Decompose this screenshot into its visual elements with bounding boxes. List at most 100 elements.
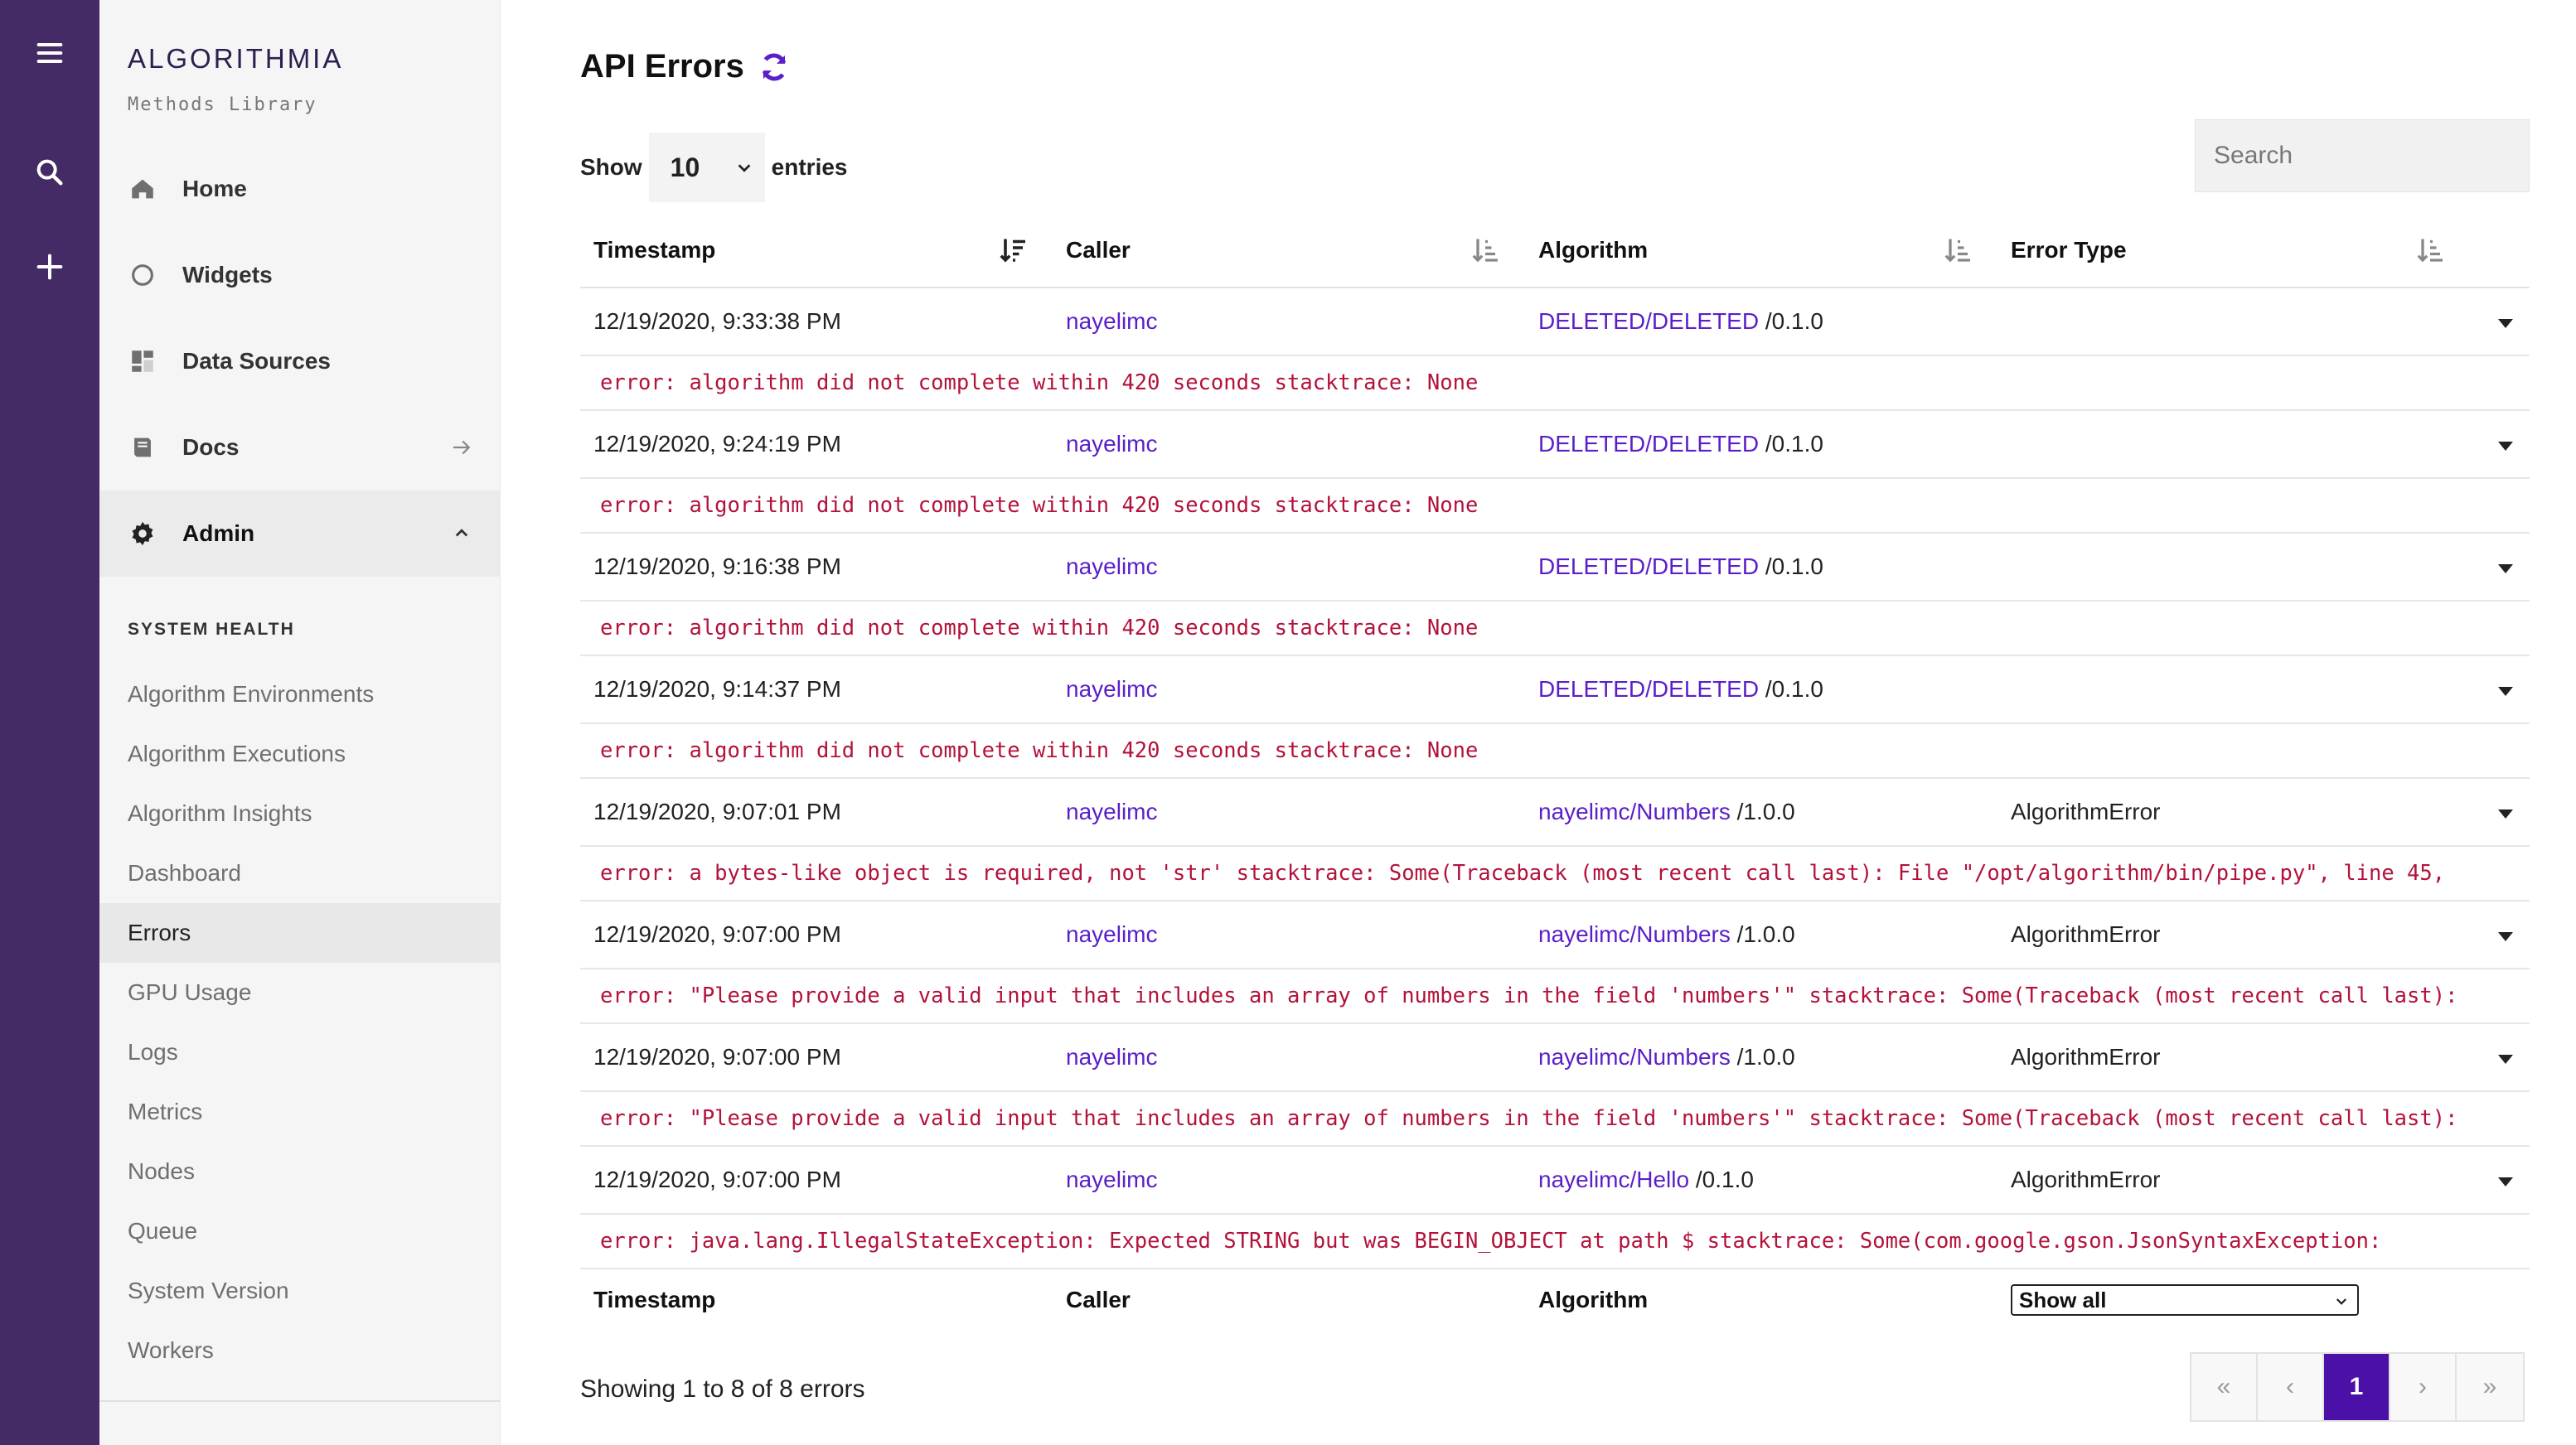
menu-button[interactable] [23, 27, 76, 80]
caller-link[interactable]: nayelimc [1053, 921, 1525, 948]
add-button[interactable] [23, 240, 76, 293]
caret-down-icon[interactable] [2496, 807, 2515, 820]
algorithm-link[interactable]: nayelimc/Numbers [1538, 799, 1731, 824]
timestamp-cell: 12/19/2020, 9:07:01 PM [593, 799, 841, 824]
brand-logo[interactable]: ALGORITHMIA [128, 43, 343, 75]
caret-down-icon[interactable] [2496, 1052, 2515, 1066]
algorithm-link[interactable]: nayelimc/Numbers [1538, 1044, 1731, 1070]
caret-down-icon[interactable] [2496, 317, 2515, 330]
column-header-label: Caller [1066, 237, 1131, 263]
algorithm-link[interactable]: DELETED/DELETED [1538, 308, 1759, 334]
column-header-caller[interactable]: Caller [1053, 213, 1525, 288]
error-message: error: algorithm did not complete within… [580, 479, 2530, 534]
sidebar-item-gpu-usage[interactable]: GPU Usage [99, 963, 501, 1022]
last-page-button[interactable]: » [2457, 1354, 2523, 1420]
column-header-error-type[interactable]: Error Type [1997, 213, 2470, 288]
sidebar-item-label: Widgets [182, 262, 273, 288]
chevron-down-icon [738, 164, 751, 172]
table-row[interactable]: 12/19/2020, 9:16:38 PM nayelimc DELETED/DE… [580, 534, 2530, 602]
caller-link[interactable]: nayelimc [1053, 1044, 1525, 1070]
sort-icon[interactable] [1943, 234, 1973, 266]
table-row[interactable]: 12/19/2020, 9:07:00 PM nayelimc nayelimc/N… [580, 901, 2530, 969]
entries-select[interactable]: 10 [648, 133, 765, 202]
algorithm-link[interactable]: DELETED/DELETED [1538, 553, 1759, 579]
algorithm-version: /1.0.0 [1736, 1044, 1795, 1070]
algorithm-version: /0.1.0 [1695, 1167, 1754, 1192]
algorithm-version: /0.1.0 [1765, 676, 1823, 702]
timestamp-cell: 12/19/2020, 9:07:00 PM [593, 1044, 841, 1070]
timestamp-cell: 12/19/2020, 9:14:37 PM [593, 676, 841, 702]
page-title-text: API Errors [580, 48, 744, 85]
sidebar-item-data-sources[interactable]: Data Sources [99, 318, 501, 404]
table-row[interactable]: 12/19/2020, 9:33:38 PM nayelimc DELETED/DE… [580, 288, 2530, 356]
table-row[interactable]: 12/19/2020, 9:14:37 PM nayelimc DELETED/DE… [580, 656, 2530, 724]
caret-down-icon[interactable] [2496, 562, 2515, 575]
sort-icon[interactable] [1470, 234, 1500, 266]
timestamp-cell: 12/19/2020, 9:24:19 PM [593, 431, 841, 457]
arrow-right-icon [453, 440, 471, 455]
algorithm-link[interactable]: nayelimc/Hello [1538, 1167, 1689, 1192]
sidebar-item-home[interactable]: Home [99, 146, 501, 232]
sort-descending-icon[interactable] [998, 234, 1028, 266]
algorithm-link[interactable]: DELETED/DELETED [1538, 676, 1759, 702]
sidebar-item-metrics[interactable]: Metrics [99, 1082, 501, 1142]
table-row[interactable]: 12/19/2020, 9:07:01 PM nayelimc nayelimc/N… [580, 779, 2530, 847]
algorithm-cell: nayelimc/Numbers /1.0.0 [1525, 921, 1997, 948]
algorithm-cell: DELETED/DELETED /0.1.0 [1525, 308, 1997, 335]
sidebar-item-label: Data Sources [182, 348, 331, 374]
first-page-button[interactable]: « [2191, 1354, 2258, 1420]
show-label: Show [580, 154, 642, 180]
sidebar-item-system-version[interactable]: System Version [99, 1261, 501, 1321]
table-footer: Timestamp Caller Algorithm Show all [580, 1269, 2530, 1331]
timestamp-cell: 12/19/2020, 9:07:00 PM [593, 1167, 841, 1192]
caret-down-icon[interactable] [2496, 930, 2515, 943]
caller-link[interactable]: nayelimc [1053, 308, 1525, 335]
algorithm-link[interactable]: DELETED/DELETED [1538, 431, 1759, 457]
error-type-filter-select[interactable]: Show all [2011, 1284, 2359, 1316]
caller-link[interactable]: nayelimc [1053, 553, 1525, 580]
previous-page-button[interactable]: ‹ [2258, 1354, 2324, 1420]
search-input[interactable]: Search [2195, 119, 2530, 192]
entries-select-value: 10 [670, 152, 700, 182]
column-header-algorithm[interactable]: Algorithm [1525, 213, 1997, 288]
algorithm-version: /1.0.0 [1736, 921, 1795, 947]
table-row[interactable]: 12/19/2020, 9:07:00 PM nayelimc nayelimc/N… [580, 1024, 2530, 1092]
plus-icon [36, 254, 63, 280]
caret-down-icon[interactable] [2496, 1175, 2515, 1188]
sidebar-item-algorithm-insights[interactable]: Algorithm Insights [99, 784, 501, 843]
caret-down-icon[interactable] [2496, 439, 2515, 452]
table-row[interactable]: 12/19/2020, 9:07:00 PM nayelimc nayelimc/H… [580, 1147, 2530, 1215]
sidebar-item-algorithm-executions[interactable]: Algorithm Executions [99, 724, 501, 784]
search-button[interactable] [23, 146, 76, 199]
circle-icon [128, 260, 157, 290]
sidebar-item-widgets[interactable]: Widgets [99, 232, 501, 318]
section-heading-system-health: SYSTEM HEALTH [128, 620, 295, 639]
sort-icon[interactable] [2415, 234, 2445, 266]
table-row[interactable]: 12/19/2020, 9:24:19 PM nayelimc DELETED/DE… [580, 411, 2530, 479]
error-type-cell: AlgorithmError [2011, 1044, 2161, 1070]
caller-link[interactable]: nayelimc [1053, 1167, 1525, 1193]
sidebar-divider [99, 1400, 501, 1402]
caret-down-icon[interactable] [2496, 684, 2515, 698]
error-message: error: algorithm did not complete within… [580, 356, 2530, 411]
algorithm-link[interactable]: nayelimc/Numbers [1538, 921, 1731, 947]
next-page-button[interactable]: › [2390, 1354, 2457, 1420]
page-button-current[interactable]: 1 [2324, 1354, 2390, 1420]
caller-link[interactable]: nayelimc [1053, 431, 1525, 457]
sidebar-item-dashboard[interactable]: Dashboard [99, 843, 501, 903]
algorithm-cell: DELETED/DELETED /0.1.0 [1525, 553, 1997, 580]
sidebar-item-logs[interactable]: Logs [99, 1022, 501, 1082]
sidebar-item-docs[interactable]: Docs [99, 404, 501, 491]
sidebar-item-workers[interactable]: Workers [99, 1321, 501, 1380]
footer-caller-label: Caller [1066, 1287, 1131, 1312]
caller-link[interactable]: nayelimc [1053, 676, 1525, 703]
sidebar-item-errors[interactable]: Errors [99, 903, 501, 963]
caller-link[interactable]: nayelimc [1053, 799, 1525, 825]
sidebar-item-queue[interactable]: Queue [99, 1201, 501, 1261]
column-header-timestamp[interactable]: Timestamp [580, 213, 1053, 288]
icon-rail [0, 0, 99, 1445]
sidebar-item-admin[interactable]: Admin [99, 491, 501, 577]
sidebar-item-algorithm-environments[interactable]: Algorithm Environments [99, 665, 501, 724]
refresh-icon[interactable] [758, 51, 791, 84]
sidebar-item-nodes[interactable]: Nodes [99, 1142, 501, 1201]
